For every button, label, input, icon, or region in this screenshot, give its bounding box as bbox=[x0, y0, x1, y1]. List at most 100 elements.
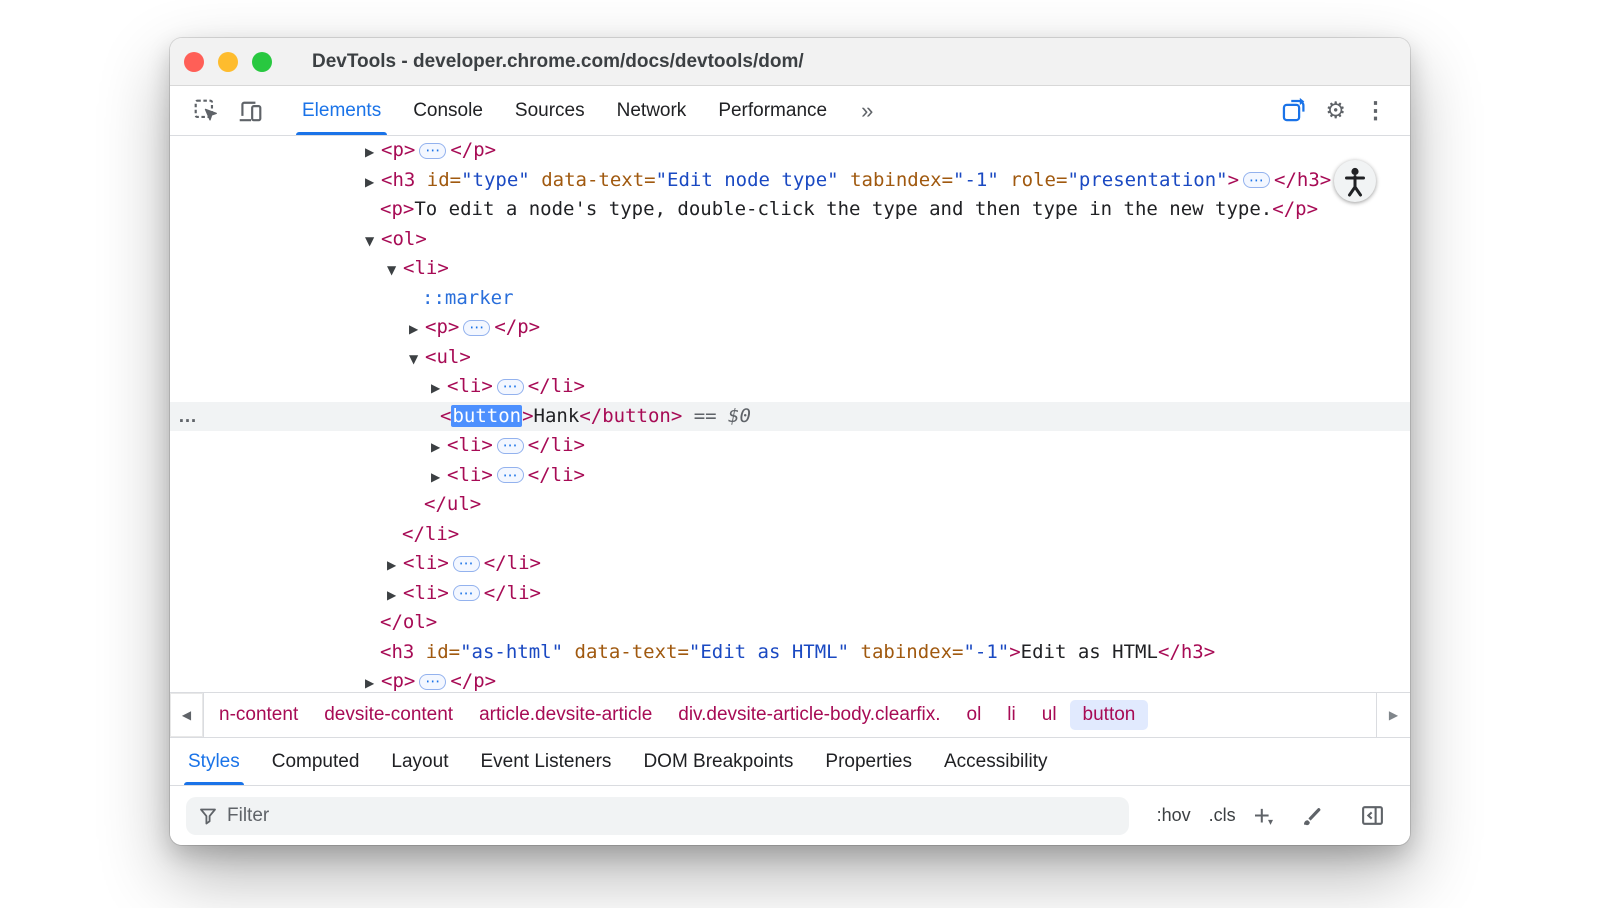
code-token: </ul> bbox=[424, 493, 481, 515]
tree-row[interactable]: ▶<h3 id="type" data-text="Edit node type… bbox=[170, 166, 1410, 196]
tree-row[interactable]: ▶<p>⋯</p> bbox=[170, 667, 1410, 692]
breadcrumb-scroll-left-icon[interactable]: ◀ bbox=[170, 693, 204, 737]
expand-children-button[interactable]: ⋯ bbox=[463, 320, 490, 336]
code-token: </p> bbox=[494, 316, 540, 338]
expand-children-button[interactable]: ⋯ bbox=[497, 438, 524, 454]
tree-row[interactable]: </li> bbox=[170, 520, 1410, 550]
row-overflow-icon[interactable]: … bbox=[178, 402, 198, 432]
code-token: id= bbox=[426, 641, 460, 663]
tree-row[interactable]: </ol> bbox=[170, 608, 1410, 638]
disclosure-right-icon[interactable]: ▶ bbox=[431, 433, 447, 463]
tree-row[interactable]: </ul> bbox=[170, 490, 1410, 520]
tree-row[interactable]: ▶<li>⋯</li> bbox=[170, 461, 1410, 491]
disclosure-right-icon[interactable]: ▶ bbox=[365, 138, 381, 168]
sidebar-tab-layout[interactable]: Layout bbox=[375, 738, 464, 785]
code-token: To edit a node's type, double-click the … bbox=[414, 198, 1272, 220]
toggle-element-state-button[interactable]: :hov bbox=[1157, 805, 1191, 826]
toggle-sidebar-icon[interactable] bbox=[1351, 803, 1394, 828]
breadcrumb-scroll-right-icon[interactable]: ▶ bbox=[1376, 693, 1410, 737]
filter-field[interactable] bbox=[186, 797, 1129, 835]
sidebar-tab-computed[interactable]: Computed bbox=[256, 738, 376, 785]
disclosure-down-icon[interactable]: ▼ bbox=[365, 227, 381, 257]
sidebar-tab-accessibility[interactable]: Accessibility bbox=[928, 738, 1063, 785]
tree-row[interactable]: <h3 id="as-html" data-text="Edit as HTML… bbox=[170, 638, 1410, 668]
reload-devtools-icon[interactable] bbox=[1271, 86, 1316, 135]
disclosure-right-icon[interactable]: ▶ bbox=[365, 669, 381, 692]
disclosure-right-icon[interactable]: ▶ bbox=[387, 551, 403, 581]
disclosure-right-icon[interactable]: ▶ bbox=[431, 463, 447, 493]
code-token: </h3> bbox=[1274, 169, 1331, 191]
code-token: < bbox=[440, 405, 451, 427]
disclosure-right-icon[interactable]: ▶ bbox=[409, 315, 425, 345]
tree-row[interactable]: ▼<ul> bbox=[170, 343, 1410, 373]
inspect-element-glyph bbox=[193, 98, 219, 124]
minimize-button[interactable] bbox=[218, 52, 238, 72]
code-token bbox=[563, 641, 574, 663]
rendering-brush-icon[interactable] bbox=[1291, 804, 1333, 828]
disclosure-right-icon[interactable]: ▶ bbox=[431, 374, 447, 404]
expand-children-button[interactable]: ⋯ bbox=[419, 143, 446, 159]
code-token: "presentation" bbox=[1067, 169, 1227, 191]
settings-gear-icon[interactable]: ⚙ bbox=[1316, 86, 1355, 135]
disclosure-down-icon[interactable]: ▼ bbox=[409, 345, 425, 375]
panel-tab-elements[interactable]: Elements bbox=[286, 86, 397, 135]
accessibility-icon bbox=[1334, 160, 1376, 202]
tree-row[interactable]: ▶<li>⋯</li> bbox=[170, 431, 1410, 461]
code-token: "Edit as HTML" bbox=[689, 641, 849, 663]
code-token: </h3> bbox=[1158, 641, 1215, 663]
tree-row[interactable]: …<button>Hank</button> == $0 bbox=[170, 402, 1410, 432]
sidebar-tab-dom-breakpoints[interactable]: DOM Breakpoints bbox=[627, 738, 809, 785]
breadcrumb-item-ol[interactable]: ol bbox=[954, 700, 995, 730]
tree-row[interactable]: ▶<p>⋯</p> bbox=[170, 136, 1410, 166]
disclosure-right-icon[interactable]: ▶ bbox=[387, 581, 403, 611]
tree-row[interactable]: <p>To edit a node's type, double-click t… bbox=[170, 195, 1410, 225]
breadcrumb-item-li[interactable]: li bbox=[994, 700, 1028, 730]
tree-row[interactable]: ::marker bbox=[170, 284, 1410, 314]
expand-children-button[interactable]: ⋯ bbox=[1243, 172, 1270, 188]
disclosure-down-icon[interactable]: ▼ bbox=[387, 256, 403, 286]
expand-children-button[interactable]: ⋯ bbox=[453, 556, 480, 572]
close-button[interactable] bbox=[184, 52, 204, 72]
inspect-element-icon[interactable] bbox=[184, 86, 228, 135]
code-token: <li> bbox=[403, 582, 449, 604]
kebab-menu-icon[interactable]: ⋮ bbox=[1355, 86, 1396, 135]
more-tabs-icon[interactable]: » bbox=[843, 86, 891, 135]
panel-tab-network[interactable]: Network bbox=[601, 86, 703, 135]
sidebar-tab-event-listeners[interactable]: Event Listeners bbox=[464, 738, 627, 785]
code-token: <li> bbox=[447, 375, 493, 397]
code-token: </li> bbox=[528, 375, 585, 397]
code-token: </li> bbox=[528, 434, 585, 456]
breadcrumb-item-button[interactable]: button bbox=[1070, 700, 1149, 730]
device-toolbar-icon[interactable] bbox=[228, 86, 272, 135]
tree-row[interactable]: ▼<ol> bbox=[170, 225, 1410, 255]
sidebar-tab-styles[interactable]: Styles bbox=[172, 738, 256, 785]
filter-input[interactable] bbox=[227, 805, 1117, 827]
breadcrumb-item-ul[interactable]: ul bbox=[1029, 700, 1070, 730]
tree-row[interactable]: ▶<li>⋯</li> bbox=[170, 372, 1410, 402]
code-token: "type" bbox=[461, 169, 530, 191]
expand-children-button[interactable]: ⋯ bbox=[497, 379, 524, 395]
sidebar-tab-properties[interactable]: Properties bbox=[809, 738, 928, 785]
tree-row[interactable]: ▼<li> bbox=[170, 254, 1410, 284]
expand-children-button[interactable]: ⋯ bbox=[453, 585, 480, 601]
panel-tab-sources[interactable]: Sources bbox=[499, 86, 601, 135]
element-classes-button[interactable]: .cls bbox=[1209, 805, 1236, 826]
code-token: <p> bbox=[381, 670, 415, 692]
code-token: <p> bbox=[425, 316, 459, 338]
code-token: </li> bbox=[402, 523, 459, 545]
breadcrumb-item-article-devsite-article[interactable]: article.devsite-article bbox=[466, 700, 665, 730]
new-style-rule-button[interactable]: + ▾ bbox=[1254, 804, 1273, 828]
tree-row[interactable]: ▶<li>⋯</li> bbox=[170, 579, 1410, 609]
expand-children-button[interactable]: ⋯ bbox=[497, 467, 524, 483]
disclosure-right-icon[interactable]: ▶ bbox=[365, 168, 381, 198]
panel-tab-performance[interactable]: Performance bbox=[702, 86, 843, 135]
expand-children-button[interactable]: ⋯ bbox=[419, 674, 446, 690]
code-token: <li> bbox=[447, 464, 493, 486]
breadcrumb-item-n-content[interactable]: n-content bbox=[206, 700, 311, 730]
breadcrumb-item-div-devsite-article-body-clearfix-[interactable]: div.devsite-article-body.clearfix. bbox=[665, 700, 953, 730]
tree-row[interactable]: ▶<li>⋯</li> bbox=[170, 549, 1410, 579]
zoom-button[interactable] bbox=[252, 52, 272, 72]
panel-tab-console[interactable]: Console bbox=[397, 86, 499, 135]
tree-row[interactable]: ▶<p>⋯</p> bbox=[170, 313, 1410, 343]
breadcrumb-item-devsite-content[interactable]: devsite-content bbox=[311, 700, 466, 730]
